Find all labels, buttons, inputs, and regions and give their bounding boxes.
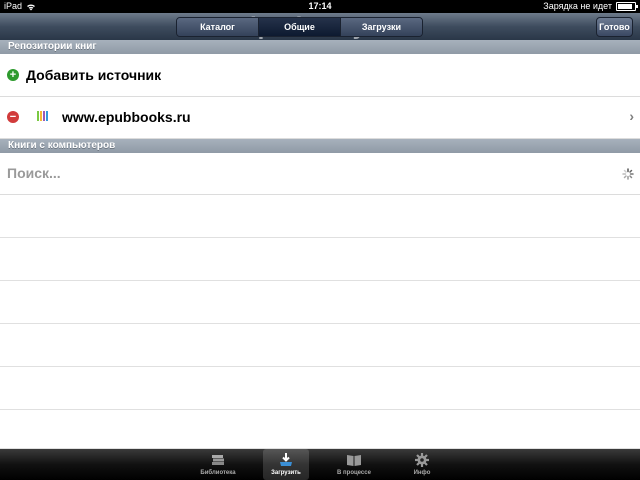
tab-bar: Библиотека Загрузить В процессе Инфо	[0, 449, 640, 480]
empty-row	[0, 238, 640, 281]
empty-row	[0, 195, 640, 238]
tab-library[interactable]: Библиотека	[195, 449, 241, 480]
tab-library-label: Библиотека	[200, 470, 236, 476]
remove-icon[interactable]: −	[7, 111, 19, 123]
spinner-icon	[622, 168, 634, 180]
segment-general[interactable]: Общие	[259, 18, 341, 36]
add-source-row[interactable]: + Добавить источник	[0, 54, 640, 97]
open-book-icon	[347, 455, 361, 466]
search-row[interactable]: Поиск...	[0, 153, 640, 195]
status-bar: iPad 17:14 Зарядка не идет	[0, 0, 640, 13]
segment-downloads[interactable]: Загрузки	[341, 18, 422, 36]
section-header-computers: Книги с компьютеров	[0, 139, 640, 153]
segmented-control: Каталог Общие Загрузки	[176, 17, 423, 37]
navigation-bar: ipadstory.ru Каталог Общие Загрузки Гото…	[0, 13, 640, 41]
add-icon[interactable]: +	[7, 69, 19, 81]
repo-color-icon	[37, 111, 48, 121]
repo-row[interactable]: − www.epubbooks.ru ›	[0, 97, 640, 139]
books-stack-icon	[212, 455, 224, 465]
empty-row	[0, 324, 640, 367]
tab-download-label: Загрузить	[271, 470, 301, 476]
add-source-label: Добавить источник	[26, 67, 162, 83]
empty-row	[0, 367, 640, 410]
battery-icon	[616, 2, 638, 11]
empty-row	[0, 281, 640, 324]
empty-row	[0, 410, 640, 449]
tab-info-label: Инфо	[413, 470, 431, 476]
tab-in-progress[interactable]: В процессе	[331, 449, 377, 480]
download-tray-icon	[280, 453, 292, 466]
search-input[interactable]: Поиск...	[7, 165, 61, 181]
tab-download[interactable]: Загрузить	[263, 449, 309, 480]
repo-label: www.epubbooks.ru	[62, 109, 191, 125]
segment-catalog[interactable]: Каталог	[177, 18, 259, 36]
charging-status: Зарядка не идет	[543, 1, 612, 11]
done-button[interactable]: Готово	[596, 17, 633, 37]
chevron-right-icon: ›	[629, 108, 634, 124]
gear-icon	[415, 453, 429, 467]
section-header-repos: Репозитории книг	[0, 40, 640, 54]
tab-in-progress-label: В процессе	[337, 470, 371, 476]
tab-info[interactable]: Инфо	[399, 449, 445, 480]
